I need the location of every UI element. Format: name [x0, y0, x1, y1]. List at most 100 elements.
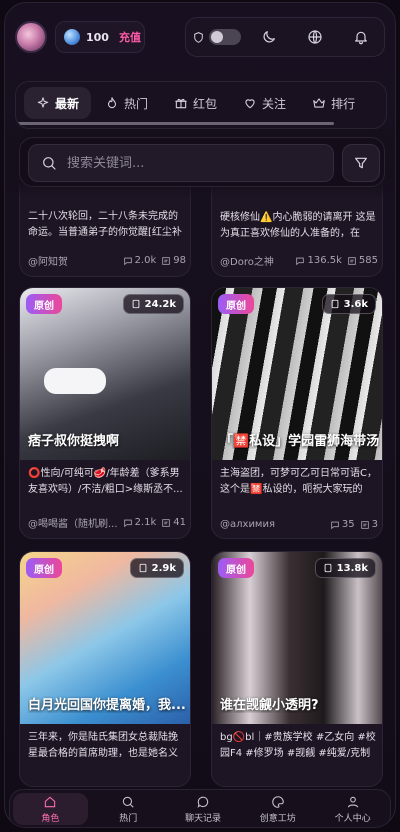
palette-icon: [272, 795, 284, 808]
search-input[interactable]: [67, 155, 307, 171]
chat-stat: 3: [360, 519, 378, 530]
card-description: ⭕性向/可纯可🥩/年龄差（爹系男友喜欢吗）/不洁/粗口>缘斯丞不...: [28, 468, 183, 495]
filter-button[interactable]: [342, 144, 380, 182]
nav-label: 个人中心: [334, 813, 371, 824]
chat-count: 585: [358, 255, 378, 266]
book-icon: [139, 563, 146, 573]
chat-count-badge: 24.2k: [122, 294, 184, 314]
avatar[interactable]: [15, 21, 47, 53]
card-footer: @阿知贺 2.0k 98: [28, 253, 186, 268]
card-title: 痞子叔你挺拽啊: [28, 434, 120, 449]
safe-mode-toggle[interactable]: [186, 17, 247, 57]
tab-label: 排行: [331, 96, 356, 111]
heart-icon: [245, 99, 255, 109]
coin-balance[interactable]: 100 充值: [55, 21, 145, 53]
comment-icon: [296, 257, 305, 265]
chat-count-badge: 2.9k: [129, 558, 184, 578]
character-card[interactable]: 原创 13.8k 谁在觊觎小透明? bg🚫bl｜#贵族学校 #乙女向 #校园F4…: [211, 551, 383, 787]
chat-count: 98: [173, 255, 186, 266]
coin-count: 100: [86, 30, 109, 44]
search-icon: [122, 796, 134, 808]
book-icon: [324, 563, 332, 573]
search-field[interactable]: [28, 144, 334, 182]
search-icon: [43, 157, 56, 170]
original-badge: 原创: [218, 294, 254, 314]
badge-count: 24.2k: [144, 298, 176, 310]
moon-icon: [263, 31, 276, 43]
card-footer: @喝喝酱（随机刷... 2.1k 41: [28, 515, 186, 530]
globe-icon: [308, 30, 322, 44]
theme-button[interactable]: [247, 17, 293, 57]
nav-label: 角色: [41, 813, 60, 824]
comment-stat: 2.0k: [123, 255, 157, 266]
chat-icon: [360, 520, 369, 529]
home-icon: [45, 796, 56, 807]
character-card[interactable]: 原创 2.9k 白月光回国你提离婚，我... 三年来，你是陆氏集团女总裁陆挽星最…: [19, 551, 191, 787]
tab-hot[interactable]: 热门: [93, 87, 160, 119]
nav-label: 热门: [119, 813, 138, 824]
language-button[interactable]: [292, 17, 338, 57]
chat-count-badge: 13.8k: [314, 558, 376, 578]
speech-bubble: [44, 368, 106, 394]
badge-count: 2.9k: [151, 562, 176, 574]
comment-stat: 35: [330, 519, 355, 530]
nav-label: 创意工坊: [259, 813, 296, 824]
tab-redpacket[interactable]: 红包: [162, 87, 229, 119]
tab-label: 红包: [193, 96, 218, 111]
tabs-scrollbar[interactable]: [16, 122, 334, 125]
chat-count: 41: [173, 517, 186, 528]
comment-count: 2.0k: [134, 255, 157, 266]
comment-count: 136.5k: [307, 255, 342, 266]
chat-count-badge: 3.6k: [321, 294, 376, 314]
nav-workshop[interactable]: 创意工坊: [240, 790, 315, 827]
card-title: 「🈲私设」学园雷狮海带汤: [220, 434, 380, 449]
comment-count: 35: [341, 519, 355, 530]
tab-ranking[interactable]: 排行: [300, 87, 367, 119]
book-icon: [132, 299, 140, 309]
card-author[interactable]: @阿知贺: [28, 253, 118, 268]
comment-stat: 136.5k: [295, 255, 342, 266]
top-header: 100 充值: [5, 3, 395, 73]
card-author[interactable]: @喝喝酱（随机刷...: [28, 515, 118, 530]
nav-chat-history[interactable]: 聊天记录: [166, 790, 241, 827]
chat-icon: [162, 256, 171, 265]
crown-icon: [313, 98, 325, 108]
user-icon: [347, 796, 358, 808]
card-author[interactable]: @Doro之神: [220, 253, 290, 268]
character-card[interactable]: 原创 24.2k 痞子叔你挺拽啊 ⭕性向/可纯可🥩/年龄差（爹系男友喜欢吗）/不…: [19, 287, 191, 539]
sparkle-icon: [37, 97, 49, 108]
comment-icon: [331, 521, 339, 529]
chat-count: 3: [371, 519, 378, 530]
comment-icon: [123, 257, 132, 265]
chat-stat: 98: [161, 255, 186, 266]
comment-stat: 2.1k: [123, 517, 156, 528]
original-badge: 原创: [218, 558, 254, 578]
original-badge: 原创: [26, 294, 62, 314]
category-tabs: 最新 热门 红包 关注 排行: [15, 81, 387, 129]
gem-icon: [64, 29, 80, 45]
notification-button[interactable]: [338, 17, 384, 57]
app-page: 100 充值 最新 热门 红包 关注 排行 搜索关键词... 二十八次轮回，二十…: [4, 2, 396, 828]
chat-stat: 585: [347, 255, 378, 266]
nav-characters[interactable]: 角色: [13, 793, 88, 825]
tab-latest[interactable]: 最新: [24, 87, 92, 119]
gift-icon: [175, 98, 187, 109]
tab-label: 关注: [262, 96, 287, 111]
nav-profile[interactable]: 个人中心: [315, 790, 390, 827]
card-description: 硬核修仙⚠️内心脆弱的请离开 这是为真正喜欢修仙的人准备的，在这...: [220, 212, 376, 239]
toggle-switch[interactable]: [208, 29, 241, 45]
original-badge: 原创: [26, 558, 62, 578]
bell-icon: [355, 31, 367, 45]
tab-label: 热门: [124, 96, 149, 111]
card-description: 主海盗团，可梦可乙可日常可语C，这个是🈲私设的，呃祝大家玩的开...: [220, 468, 377, 495]
tab-label: 最新: [55, 96, 80, 111]
tab-follow[interactable]: 关注: [231, 87, 298, 119]
flame-icon: [107, 97, 117, 109]
recharge-button[interactable]: 充值: [119, 29, 141, 45]
chat-icon: [162, 518, 171, 527]
filter-icon: [355, 157, 367, 169]
comment-icon: [123, 519, 132, 527]
card-author[interactable]: @алхимия: [220, 519, 325, 530]
nav-hot[interactable]: 热门: [91, 790, 166, 827]
character-card[interactable]: 原创 3.6k 「🈲私设」学园雷狮海带汤 主海盗团，可梦可乙可日常可语C，这个是…: [211, 287, 383, 539]
